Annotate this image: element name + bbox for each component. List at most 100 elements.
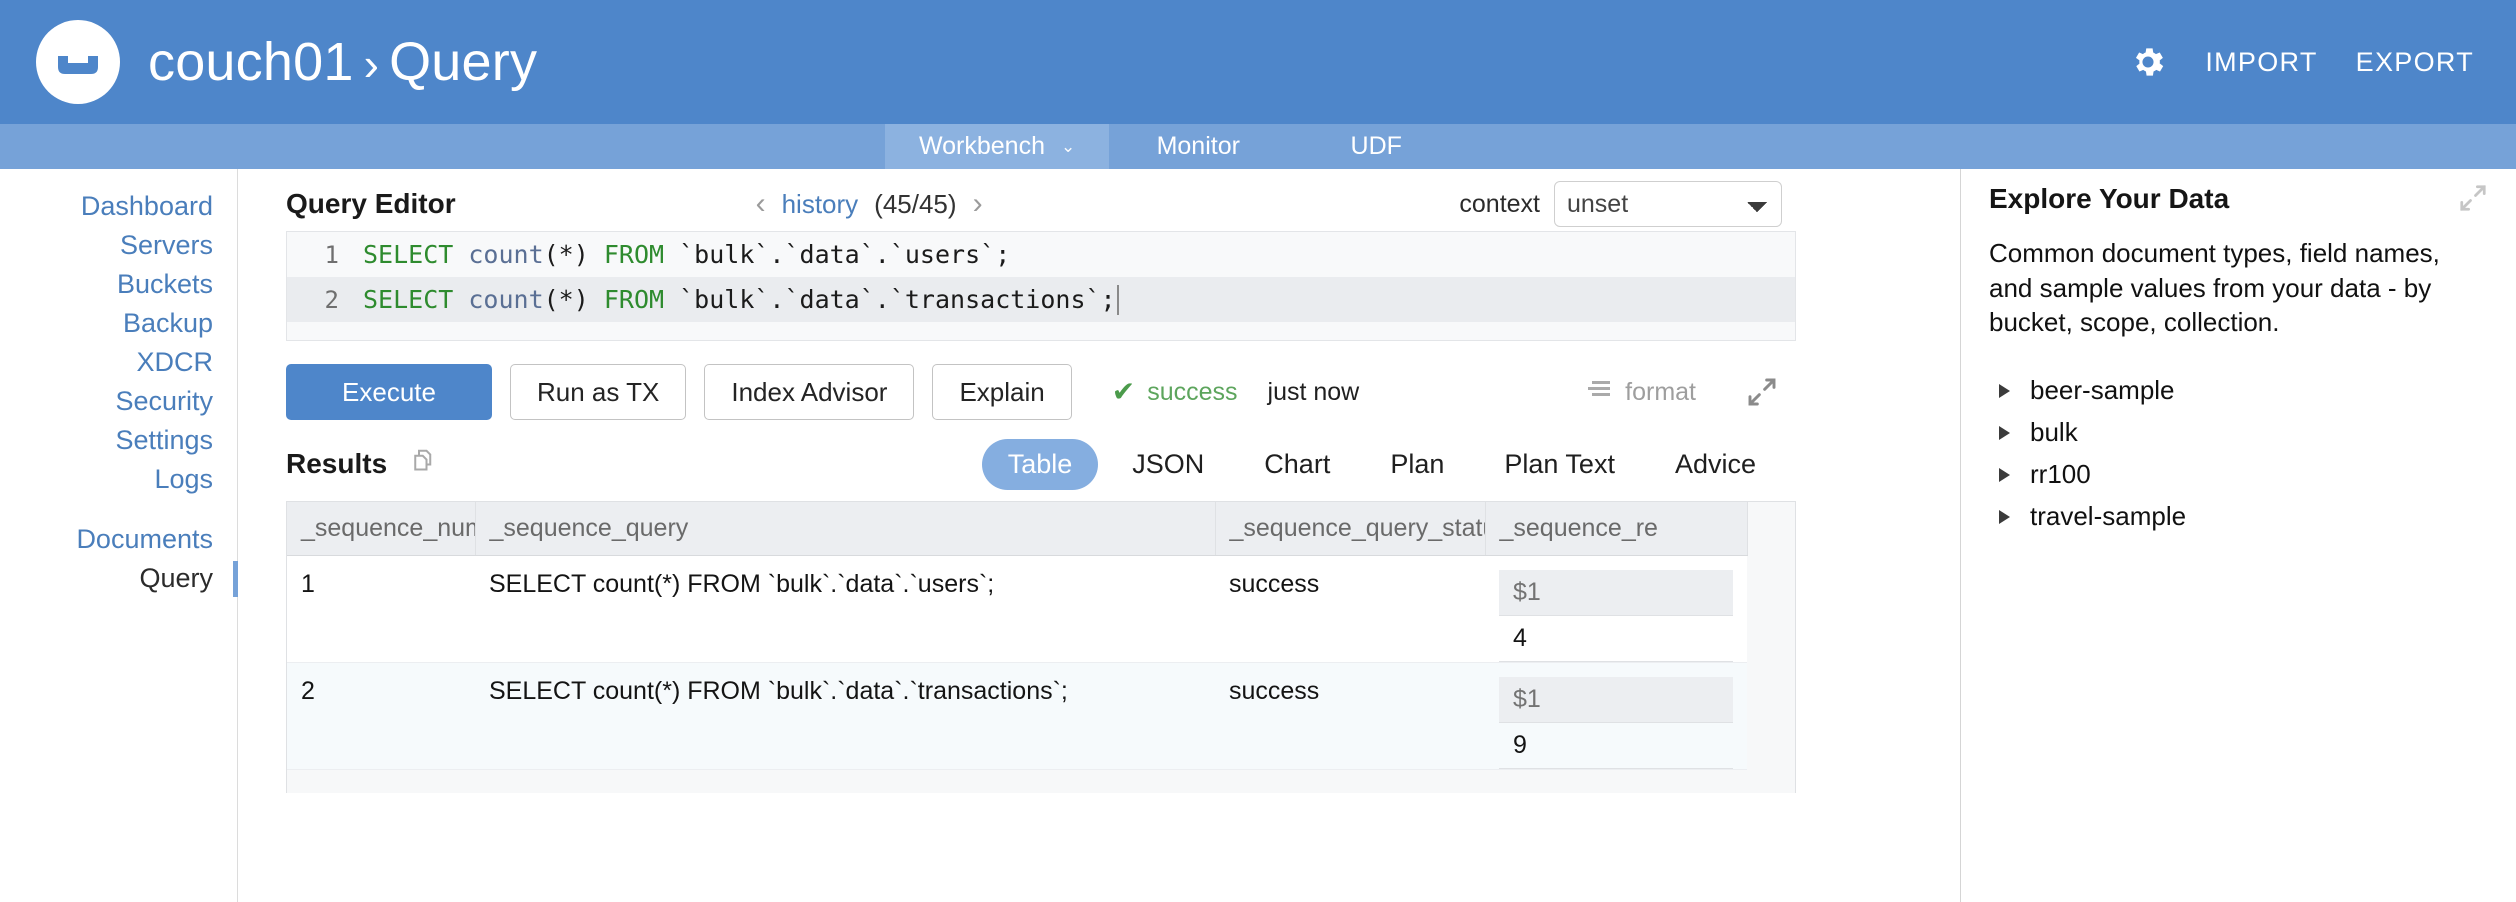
breadcrumb-section: Query bbox=[389, 32, 537, 92]
cell-sequence-query: SELECT count(*) FROM `bulk`.`data`.`tran… bbox=[475, 663, 1215, 770]
sidebar-item-backup[interactable]: Backup bbox=[0, 304, 237, 343]
table-header-row: _sequence_num _sequence_query _sequence_… bbox=[287, 502, 1747, 556]
line-number: 2 bbox=[295, 286, 339, 314]
sidebar-item-logs[interactable]: Logs bbox=[0, 460, 237, 499]
cell-sequence-num: 1 bbox=[287, 556, 475, 663]
context-label: context bbox=[1459, 190, 1540, 219]
page-title: Query Editor bbox=[286, 188, 456, 220]
app-header: couch01›Query IMPORT EXPORT bbox=[0, 0, 2516, 124]
result-tab-plan-text[interactable]: Plan Text bbox=[1478, 439, 1641, 490]
sidebar-item-dashboard[interactable]: Dashboard bbox=[0, 187, 237, 226]
export-button[interactable]: EXPORT bbox=[2356, 47, 2474, 78]
tab-workbench-label: Workbench bbox=[919, 132, 1045, 161]
nested-column-header: $1 bbox=[1499, 570, 1733, 616]
status-badge: success bbox=[1147, 378, 1237, 407]
table-row[interactable]: 2 SELECT count(*) FROM `bulk`.`data`.`tr… bbox=[287, 663, 1747, 770]
sql-keyword-from: FROM bbox=[604, 285, 664, 314]
bucket-item-bulk[interactable]: bulk bbox=[1989, 412, 2488, 454]
history-navigator: ‹ history (45/45) › bbox=[756, 187, 983, 221]
explore-panel-description: Common document types, field names, and … bbox=[1989, 236, 2488, 340]
expand-arrows-icon[interactable] bbox=[2458, 183, 2488, 218]
context-control: context unset bbox=[1459, 181, 1796, 227]
result-tab-advice[interactable]: Advice bbox=[1649, 439, 1782, 490]
sidebar-item-documents[interactable]: Documents bbox=[0, 520, 237, 559]
bucket-item-rr100[interactable]: rr100 bbox=[1989, 454, 2488, 496]
nested-cell-value: 9 bbox=[1499, 723, 1733, 769]
breadcrumb-separator: › bbox=[364, 38, 380, 90]
chevron-right-icon[interactable] bbox=[1999, 468, 2010, 482]
status-timestamp: just now bbox=[1268, 378, 1360, 407]
sidebar: Dashboard Servers Buckets Backup XDCR Se… bbox=[0, 169, 238, 902]
explore-panel-title: Explore Your Data bbox=[1989, 183, 2229, 215]
couchbase-logo-icon bbox=[36, 20, 120, 104]
breadcrumb-cluster[interactable]: couch01 bbox=[148, 32, 354, 92]
format-button[interactable]: format bbox=[1588, 378, 1696, 407]
chevron-right-icon[interactable] bbox=[1999, 384, 2010, 398]
result-tab-json[interactable]: JSON bbox=[1106, 439, 1230, 490]
chevron-right-icon[interactable] bbox=[1999, 510, 2010, 524]
explain-button[interactable]: Explain bbox=[932, 364, 1071, 420]
results-table: _sequence_num _sequence_query _sequence_… bbox=[287, 502, 1748, 770]
results-table-container[interactable]: _sequence_num _sequence_query _sequence_… bbox=[286, 501, 1796, 793]
tab-udf[interactable]: UDF bbox=[1287, 124, 1465, 169]
nested-column-header: $1 bbox=[1499, 677, 1733, 723]
sidebar-item-xdcr[interactable]: XDCR bbox=[0, 343, 237, 382]
chevron-left-icon[interactable]: ‹ bbox=[756, 187, 766, 221]
editor-tools: format bbox=[1588, 376, 1796, 408]
gear-icon[interactable] bbox=[2129, 43, 2167, 81]
copy-icon[interactable] bbox=[409, 447, 439, 482]
tab-monitor[interactable]: Monitor bbox=[1109, 124, 1287, 169]
sql-identifier: `bulk`.`data`.`transactions`; bbox=[664, 285, 1116, 314]
execute-button[interactable]: Execute bbox=[286, 364, 492, 420]
history-link[interactable]: history bbox=[782, 189, 859, 220]
sidebar-item-servers[interactable]: Servers bbox=[0, 226, 237, 265]
format-label: format bbox=[1625, 378, 1696, 407]
cell-sequence-query: SELECT count(*) FROM `bulk`.`data`.`user… bbox=[475, 556, 1215, 663]
column-header-sequence-num[interactable]: _sequence_num bbox=[287, 502, 475, 556]
code-line-2[interactable]: 2SELECT count(*) FROM `bulk`.`data`.`tra… bbox=[287, 277, 1795, 322]
cell-sequence-num: 2 bbox=[287, 663, 475, 770]
result-tab-chart[interactable]: Chart bbox=[1238, 439, 1356, 490]
cell-sequence-query-status: success bbox=[1215, 663, 1485, 770]
column-header-sequence-results[interactable]: _sequence_re bbox=[1485, 502, 1747, 556]
sql-keyword-select: SELECT bbox=[363, 240, 453, 269]
result-tab-table[interactable]: Table bbox=[982, 439, 1099, 490]
sql-function-count: count bbox=[453, 240, 543, 269]
sql-function-count: count bbox=[453, 285, 543, 314]
sidebar-item-settings[interactable]: Settings bbox=[0, 421, 237, 460]
explore-your-data-panel: Explore Your Data Common document types,… bbox=[1960, 169, 2516, 902]
code-line-1[interactable]: 1SELECT count(*) FROM `bulk`.`data`.`use… bbox=[287, 232, 1795, 277]
bucket-label: travel-sample bbox=[2030, 501, 2186, 532]
tab-workbench[interactable]: Workbench ⌄ bbox=[885, 124, 1109, 169]
bucket-tree: beer-sample bulk rr100 travel-sample bbox=[1989, 370, 2488, 538]
results-header: Results Table JSON Chart Plan Plan Text … bbox=[286, 427, 1796, 501]
bucket-item-travel-sample[interactable]: travel-sample bbox=[1989, 496, 2488, 538]
chevron-right-icon[interactable] bbox=[1999, 426, 2010, 440]
sidebar-item-query[interactable]: Query bbox=[0, 559, 237, 598]
sql-args: (*) bbox=[544, 240, 604, 269]
bucket-item-beer-sample[interactable]: beer-sample bbox=[1989, 370, 2488, 412]
sql-code-editor[interactable]: 1SELECT count(*) FROM `bulk`.`data`.`use… bbox=[286, 231, 1796, 341]
explore-panel-header: Explore Your Data bbox=[1989, 183, 2488, 218]
result-tab-plan[interactable]: Plan bbox=[1364, 439, 1470, 490]
sql-keyword-from: FROM bbox=[604, 240, 664, 269]
section-tabbar: Workbench ⌄ Monitor UDF bbox=[0, 124, 2516, 169]
chevron-right-icon[interactable]: › bbox=[973, 187, 983, 221]
result-view-tabs: Table JSON Chart Plan Plan Text Advice bbox=[982, 439, 1796, 490]
text-caret bbox=[1117, 285, 1119, 315]
format-lines-icon bbox=[1588, 378, 1614, 407]
import-button[interactable]: IMPORT bbox=[2205, 47, 2317, 78]
sidebar-item-security[interactable]: Security bbox=[0, 382, 237, 421]
cell-sequence-results: $1 4 bbox=[1485, 556, 1747, 663]
chevron-down-icon[interactable]: ⌄ bbox=[1061, 137, 1075, 157]
bucket-label: rr100 bbox=[2030, 459, 2091, 490]
index-advisor-button[interactable]: Index Advisor bbox=[704, 364, 914, 420]
table-row[interactable]: 1 SELECT count(*) FROM `bulk`.`data`.`us… bbox=[287, 556, 1747, 663]
sidebar-item-buckets[interactable]: Buckets bbox=[0, 265, 237, 304]
column-header-sequence-query-status[interactable]: _sequence_query_status bbox=[1215, 502, 1485, 556]
body-wrapper: Dashboard Servers Buckets Backup XDCR Se… bbox=[0, 169, 2516, 902]
context-select[interactable]: unset bbox=[1554, 181, 1782, 227]
expand-arrows-icon[interactable] bbox=[1746, 376, 1778, 408]
run-as-tx-button[interactable]: Run as TX bbox=[510, 364, 686, 420]
column-header-sequence-query[interactable]: _sequence_query bbox=[475, 502, 1215, 556]
